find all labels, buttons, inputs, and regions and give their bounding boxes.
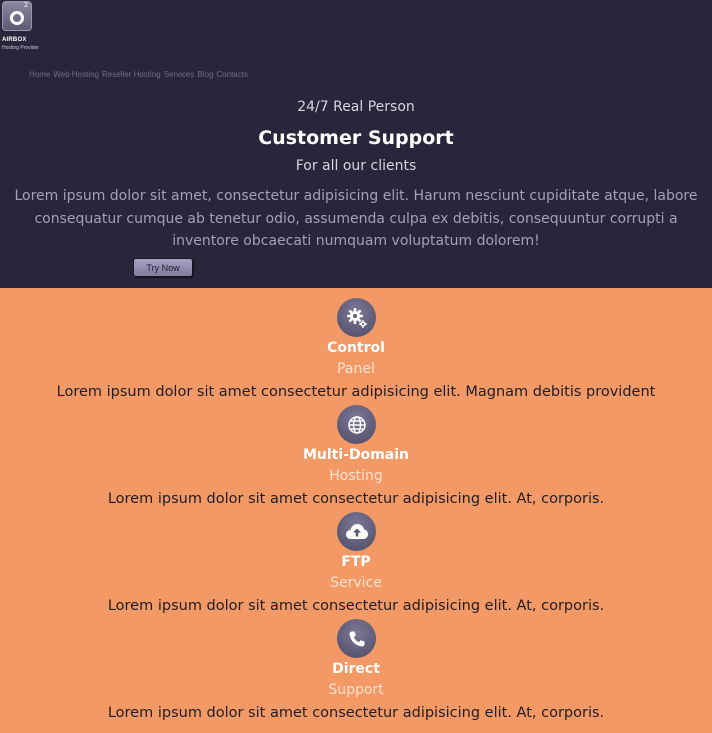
- feature-control-panel: Control Panel Lorem ipsum dolor sit amet…: [0, 288, 712, 400]
- nav-contacts[interactable]: Contacts: [216, 70, 248, 79]
- hero-paragraph: Lorem ipsum dolor sit amet, consectetur …: [14, 188, 698, 249]
- feature-subtitle: Panel: [337, 361, 375, 377]
- cloud-upload-icon[interactable]: [337, 512, 376, 551]
- gears-icon[interactable]: [337, 298, 376, 337]
- feature-title: Direct: [332, 661, 380, 677]
- feature-subtitle: Support: [328, 682, 384, 698]
- logo-superscript: 2: [24, 2, 28, 9]
- feature-title: FTP: [341, 554, 371, 570]
- feature-title: Control: [327, 340, 385, 356]
- logo-o-icon: [10, 10, 24, 25]
- feature-direct-support: Direct Support Lorem ipsum dolor sit ame…: [0, 609, 712, 721]
- hero-section: 2 AIRBOX Hosting Provider Home Web Hosti…: [0, 0, 712, 288]
- hero-title: Customer Support: [258, 127, 454, 149]
- brand-name: AIRBOX: [2, 37, 27, 43]
- nav-reseller-hosting[interactable]: Reseller Hosting: [102, 70, 161, 79]
- logo[interactable]: 2: [2, 1, 32, 31]
- nav-blog[interactable]: Blog: [197, 70, 213, 79]
- feature-title: Multi-Domain: [302, 447, 410, 463]
- feature-subtitle: Service: [330, 575, 382, 591]
- nav-services[interactable]: Services: [164, 70, 195, 79]
- feature-multi-domain-hosting: Multi-Domain Hosting Lorem ipsum dolor s…: [0, 395, 712, 507]
- nav-web-hosting[interactable]: Web Hosting: [53, 70, 99, 79]
- globe-icon[interactable]: [337, 405, 376, 444]
- hero-kicker: 24/7 Real Person: [297, 99, 415, 115]
- phone-icon[interactable]: [337, 619, 376, 658]
- feature-ftp-service: FTP Service Lorem ipsum dolor sit amet c…: [0, 502, 712, 614]
- brand-tagline: Hosting Provider: [2, 45, 39, 51]
- try-now-button[interactable]: Try Now: [133, 258, 193, 277]
- hero-subtitle: For all our clients: [295, 158, 417, 174]
- nav-home[interactable]: Home: [29, 70, 50, 79]
- feature-subtitle: Hosting: [329, 468, 383, 484]
- features-section: Control Panel Lorem ipsum dolor sit amet…: [0, 288, 712, 721]
- main-nav: Home Web Hosting Reseller Hosting Servic…: [29, 70, 248, 79]
- feature-description: Lorem ipsum dolor sit amet consectetur a…: [107, 705, 605, 721]
